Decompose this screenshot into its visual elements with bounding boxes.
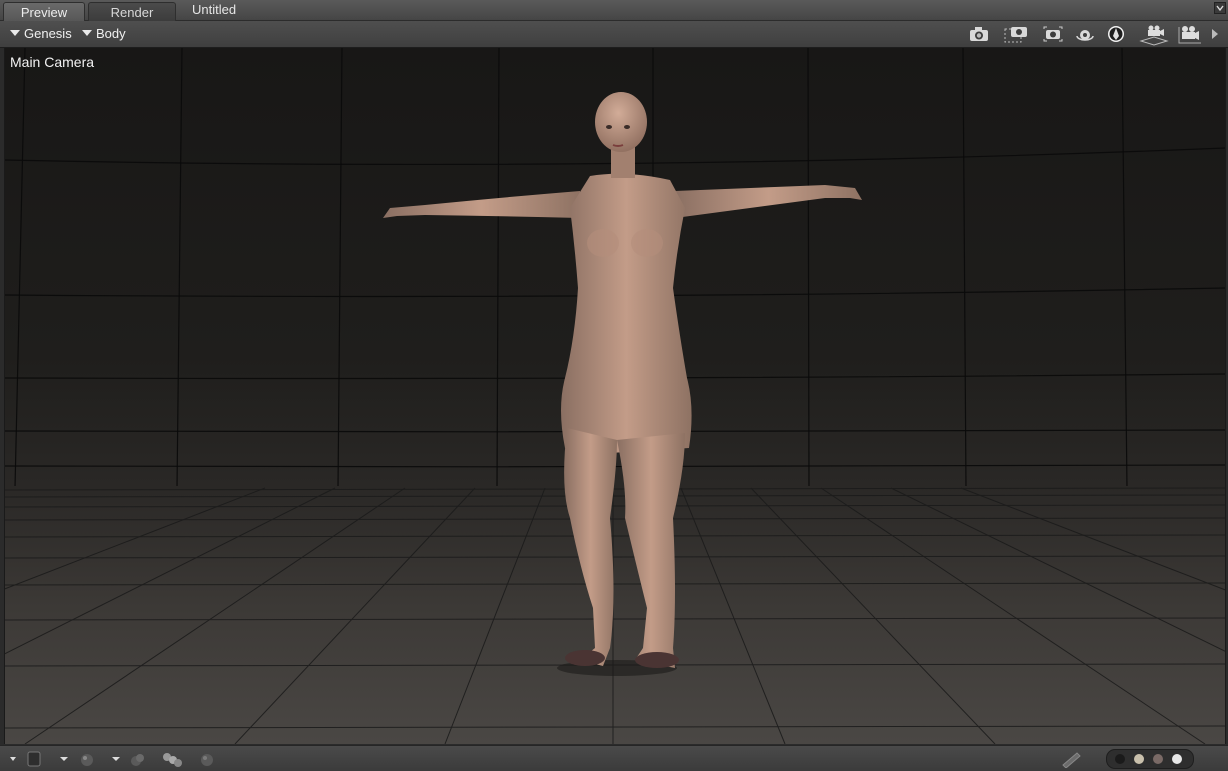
video-camera-icon[interactable]	[1177, 24, 1203, 44]
node-dropdown-label: Body	[96, 26, 126, 41]
sphere-icon[interactable]	[198, 750, 216, 768]
tab-preview-label: Preview	[20, 5, 68, 20]
ruler-icon[interactable]	[1060, 750, 1082, 768]
swatch-2[interactable]	[1134, 754, 1144, 764]
triangle-down-icon	[10, 30, 20, 36]
camera-view-icon[interactable]	[1139, 24, 1169, 46]
shading-dropdown[interactable]	[110, 750, 148, 768]
scene-render	[5, 48, 1225, 744]
spheres-icon[interactable]	[160, 750, 186, 768]
orbit-icon[interactable]	[1074, 24, 1096, 44]
window-menu-button[interactable]	[1214, 2, 1226, 14]
camera-label[interactable]: Main Camera	[10, 54, 94, 70]
node-dropdown[interactable]: Body	[82, 26, 126, 42]
chevron-down-icon	[1216, 5, 1224, 12]
more-arrow-icon[interactable]	[1209, 24, 1221, 44]
swatch-1[interactable]	[1115, 754, 1125, 764]
swatch-4[interactable]	[1172, 754, 1182, 764]
viewport-toolbar: Genesis Body	[0, 21, 1228, 48]
tab-render-label: Render	[110, 5, 154, 20]
camera-icon[interactable]	[968, 24, 990, 44]
color-swatches	[1106, 749, 1194, 769]
swatch-3[interactable]	[1153, 754, 1163, 764]
tab-render[interactable]: Render	[88, 2, 176, 21]
triangle-down-icon	[10, 757, 16, 761]
draw-style-dropdown[interactable]	[8, 750, 44, 768]
tab-bar: Preview Render Untitled	[0, 0, 1228, 21]
3d-viewport[interactable]: Main Camera	[4, 48, 1226, 744]
tab-preview[interactable]: Preview	[3, 2, 85, 21]
viewport-bottom-bar	[0, 745, 1228, 771]
camera-frame-icon[interactable]	[1003, 24, 1027, 44]
scene-dropdown[interactable]: Genesis	[10, 26, 72, 42]
perspective-icon[interactable]	[1105, 24, 1127, 44]
camera-select-icon[interactable]	[1042, 24, 1064, 44]
triangle-down-icon	[82, 30, 92, 36]
document-title: Untitled	[192, 2, 237, 17]
scene-dropdown-label: Genesis	[24, 26, 72, 41]
lighting-dropdown[interactable]	[58, 750, 96, 768]
